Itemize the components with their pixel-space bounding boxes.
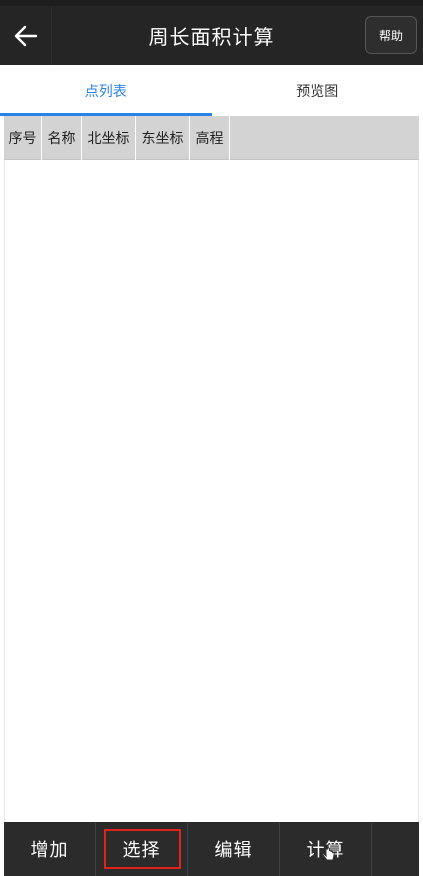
table-header: 序号 名称 北坐标 东坐标 高程 — [4, 116, 419, 160]
title-bar: 周长面积计算 帮助 — [0, 6, 423, 65]
arrow-left-icon — [14, 25, 37, 46]
select-button[interactable]: 选择 — [96, 822, 188, 876]
tab-point-list[interactable]: 点列表 — [0, 65, 212, 116]
column-header-elevation[interactable]: 高程 — [190, 116, 230, 160]
column-header-name[interactable]: 名称 — [42, 116, 82, 160]
column-header-index[interactable]: 序号 — [4, 116, 42, 160]
hand-cursor-icon — [322, 847, 335, 861]
point-list-table[interactable] — [4, 160, 419, 822]
column-header-east[interactable]: 东坐标 — [136, 116, 190, 160]
back-button[interactable] — [0, 6, 52, 65]
help-button[interactable]: 帮助 — [365, 16, 417, 54]
page-title: 周长面积计算 — [148, 25, 275, 49]
tab-preview[interactable]: 预览图 — [212, 65, 423, 116]
app-screen: 周长面积计算 帮助 点列表 预览图 序号 名称 北坐标 东坐标 高程 增加 选择… — [0, 0, 423, 876]
bottom-toolbar: 增加 选择 编辑 计算 — [4, 822, 419, 876]
add-button[interactable]: 增加 — [4, 822, 96, 876]
edit-button[interactable]: 编辑 — [188, 822, 280, 876]
tab-bar: 点列表 预览图 — [0, 65, 423, 116]
column-header-north[interactable]: 北坐标 — [82, 116, 136, 160]
